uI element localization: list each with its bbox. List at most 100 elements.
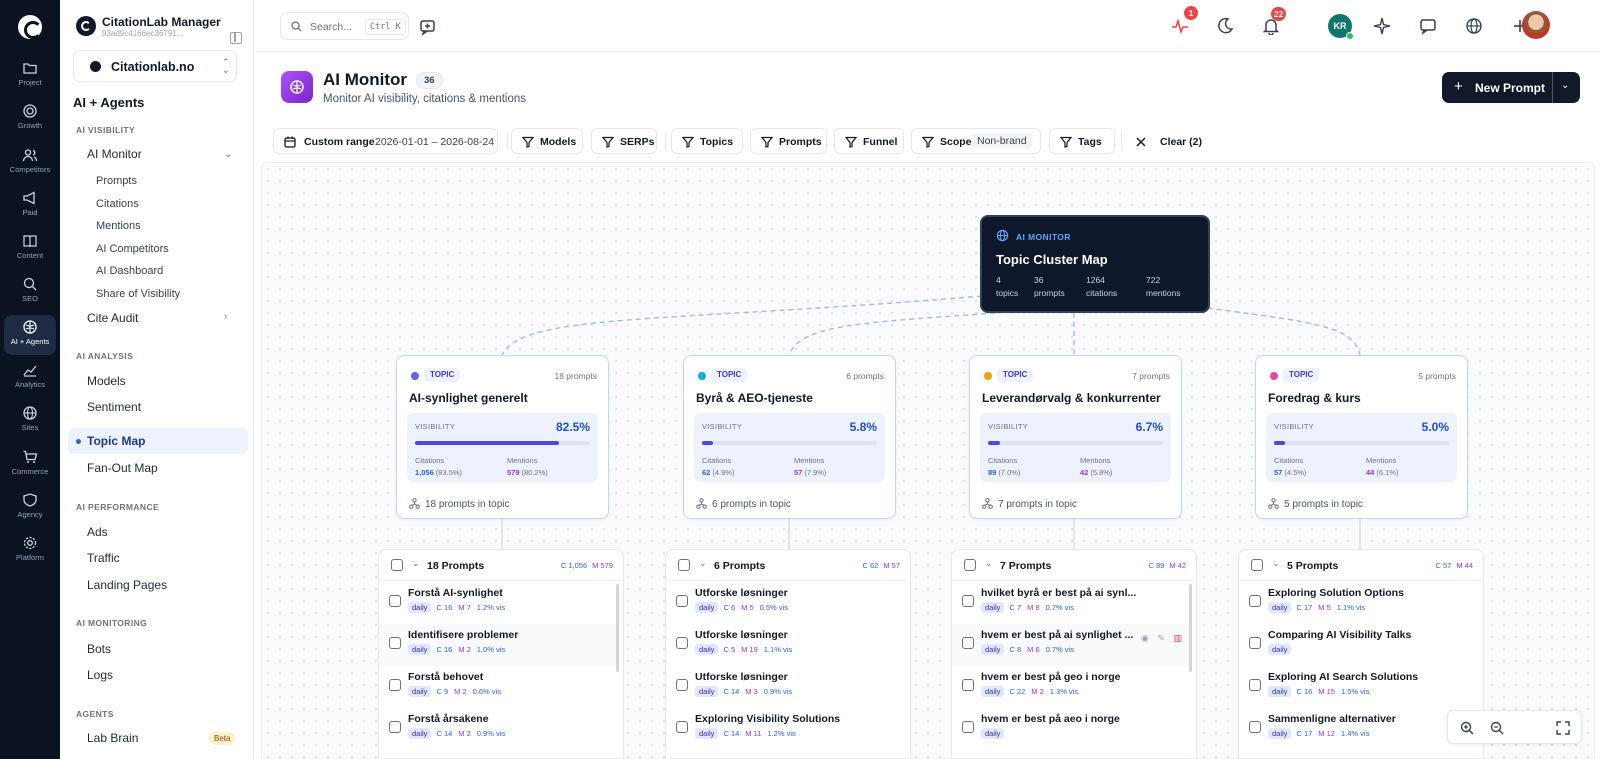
sidebar-item-ai-monitor[interactable]: AI Monitor (87, 147, 142, 161)
prompt-checkbox[interactable] (962, 637, 974, 649)
prompt-checkbox[interactable] (676, 595, 688, 607)
chevron-down-icon[interactable]: ⌄ (1272, 558, 1280, 569)
rail-item-project[interactable]: Project (4, 56, 56, 96)
message-icon[interactable] (1419, 17, 1437, 35)
prompt-checkbox[interactable] (962, 679, 974, 691)
prompt-checkbox[interactable] (1249, 595, 1261, 607)
sidebar-item-logs[interactable]: Logs (87, 668, 113, 682)
prompt-checkbox[interactable] (676, 721, 688, 733)
chevron-down-icon[interactable]: ⌄ (224, 149, 232, 160)
rail-item-commerce[interactable]: Commerce (4, 445, 56, 485)
select-all-checkbox[interactable] (964, 559, 976, 571)
prompt-row[interactable]: hvem er best på aeo i norge daily (952, 708, 1192, 750)
topics-filter[interactable]: Topics (671, 128, 743, 154)
prompt-row[interactable]: Forstå behovet daily C 9 M 2 0.6% vis (379, 666, 619, 708)
user-photo-avatar[interactable] (1522, 11, 1550, 39)
select-all-checkbox[interactable] (678, 559, 690, 571)
workspace-switcher[interactable]: Citationlab.no ⌃ ⌄ (73, 50, 237, 82)
prompt-checkbox[interactable] (676, 637, 688, 649)
collapse-sidebar-icon[interactable] (230, 32, 242, 44)
prompt-row[interactable]: Exploring AI Search Solutions daily C 16 M … (1239, 666, 1479, 708)
rail-item-content[interactable]: Content (4, 229, 56, 269)
prompt-checkbox[interactable] (1249, 637, 1261, 649)
rail-item-agency[interactable]: Agency (4, 488, 56, 528)
trash-icon[interactable]: ▥ (1173, 633, 1182, 643)
models-filter[interactable]: Models (511, 128, 583, 154)
prompt-row[interactable]: Comparing AI Visibility Talks daily (1239, 624, 1479, 666)
avatar[interactable]: KR (1328, 14, 1354, 40)
prompt-checkbox[interactable] (389, 679, 401, 691)
root-node-card[interactable]: AI MONITOR Topic Cluster Map 4 topics 36 p… (980, 215, 1210, 313)
eye-icon[interactable]: ◉ (1141, 633, 1149, 643)
prompt-checkbox[interactable] (389, 595, 401, 607)
sidebar-item-topic-map[interactable]: Topic Map (68, 428, 248, 454)
fullscreen-icon[interactable] (1556, 721, 1570, 735)
rail-item-seo[interactable]: SEO (4, 272, 56, 312)
scrollbar[interactable] (616, 584, 619, 672)
rail-item-competitors[interactable]: Competitors (4, 143, 56, 183)
search-input[interactable]: Search... Ctrl K (280, 12, 409, 40)
moon-icon[interactable] (1216, 17, 1234, 35)
sidebar-item-landing-pages[interactable]: Landing Pages (87, 578, 167, 592)
prompt-row[interactable]: Identifisere problemer daily C 16 M 2 1.0% v… (379, 624, 619, 666)
sidebar-subitem-prompts[interactable]: Prompts (96, 175, 137, 187)
new-prompt-button[interactable]: + New Prompt ⌄ (1442, 72, 1580, 103)
prompt-checkbox[interactable] (389, 637, 401, 649)
prompt-row[interactable]: Utforske løsninger daily C 6 M 5 0.5% vis (666, 582, 906, 624)
sidebar-subitem-citations[interactable]: Citations (96, 198, 139, 210)
topic-map-canvas[interactable]: AI MONITOR Topic Cluster Map 4 topics 36 p… (261, 162, 1595, 759)
sidebar-item-bots[interactable]: Bots (87, 642, 111, 656)
chevron-down-icon[interactable]: ⌄ (699, 558, 707, 569)
select-all-checkbox[interactable] (391, 559, 403, 571)
prompt-row[interactable]: Exploring Visibility Solutions daily C 14 M… (666, 708, 906, 750)
sidebar-item-lab-brain[interactable]: Lab Brain (87, 731, 138, 745)
prompt-row[interactable]: Exploring Solution Options daily C 17 M 5 1.… (1239, 582, 1479, 624)
topic-card[interactable]: TOPIC 6 prompts Byrå & AEO-tjeneste VISIBIL… (683, 355, 896, 519)
rail-item-platform[interactable]: Platform (4, 531, 56, 571)
sidebar-subitem-mentions[interactable]: Mentions (96, 220, 141, 232)
prompt-checkbox[interactable] (962, 721, 974, 733)
prompts-filter[interactable]: Prompts (750, 128, 827, 154)
app-logo-icon[interactable] (18, 15, 42, 39)
prompt-row[interactable]: hvem er best på ai synlighet ... daily C 8… (952, 624, 1192, 666)
rail-item-sites[interactable]: Sites (4, 401, 56, 441)
rail-item-ai-agents[interactable]: AI + Agents (4, 315, 56, 355)
globe-icon[interactable] (1465, 17, 1483, 35)
clear-filters-button[interactable]: Clear (2) (1129, 128, 1203, 154)
chevron-right-icon[interactable]: › (224, 311, 227, 322)
serps-filter[interactable]: SERPs (591, 128, 657, 154)
prompt-row[interactable]: Utforske løsninger daily C 14 M 3 0.9% vis (666, 666, 906, 708)
prompt-row[interactable]: Forstå AI-synlighet daily C 16 M 7 1.2% vis (379, 582, 619, 624)
sidebar-item-ads[interactable]: Ads (87, 525, 108, 539)
prompt-row[interactable]: hvem er best på geo i norge daily C 22 M 2 1… (952, 666, 1192, 708)
scrollbar[interactable] (1189, 584, 1192, 672)
chevron-down-icon[interactable]: ⌄ (985, 558, 993, 569)
prompt-checkbox[interactable] (389, 721, 401, 733)
scope-filter[interactable]: Scope Non-brand (911, 128, 1041, 154)
topic-card[interactable]: TOPIC 18 prompts AI-synlighet generelt VISI… (396, 355, 609, 519)
prompt-checkbox[interactable] (962, 595, 974, 607)
zoom-out-icon[interactable] (1490, 721, 1504, 735)
chat-add-icon[interactable] (419, 18, 437, 36)
activity-icon[interactable] (1171, 17, 1189, 35)
topic-card[interactable]: TOPIC 7 prompts Leverandørvalg & konkurren… (969, 355, 1182, 519)
prompt-checkbox[interactable] (1249, 721, 1261, 733)
select-all-checkbox[interactable] (1251, 559, 1263, 571)
sidebar-item-cite-audit[interactable]: Cite Audit (87, 311, 138, 325)
chevron-down-icon[interactable]: ⌄ (412, 558, 420, 569)
zoom-in-icon[interactable] (1460, 721, 1474, 735)
sidebar-item-sentiment[interactable]: Sentiment (87, 400, 141, 414)
prompt-checkbox[interactable] (1249, 679, 1261, 691)
rail-item-paid[interactable]: Paid (4, 186, 56, 226)
rail-item-analytics[interactable]: Analytics (4, 358, 56, 398)
sidebar-subitem-ai-dashboard[interactable]: AI Dashboard (96, 265, 163, 277)
sidebar-subitem-ai-competitors[interactable]: AI Competitors (96, 243, 169, 255)
rail-item-growth[interactable]: Growth (4, 99, 56, 139)
topic-card[interactable]: TOPIC 5 prompts Foredrag & kurs VISIBILITY 5… (1255, 355, 1468, 519)
sparkles-icon[interactable] (1373, 17, 1391, 35)
prompt-row[interactable]: Forstå årsakene daily C 14 M 2 0.9% vis (379, 708, 619, 750)
chevron-down-icon[interactable]: ⌄ (1561, 80, 1569, 91)
sidebar-item-traffic[interactable]: Traffic (87, 551, 120, 565)
sidebar-subitem-share-of-visibility[interactable]: Share of Visibility (96, 288, 180, 300)
tags-filter[interactable]: Tags (1049, 128, 1115, 154)
